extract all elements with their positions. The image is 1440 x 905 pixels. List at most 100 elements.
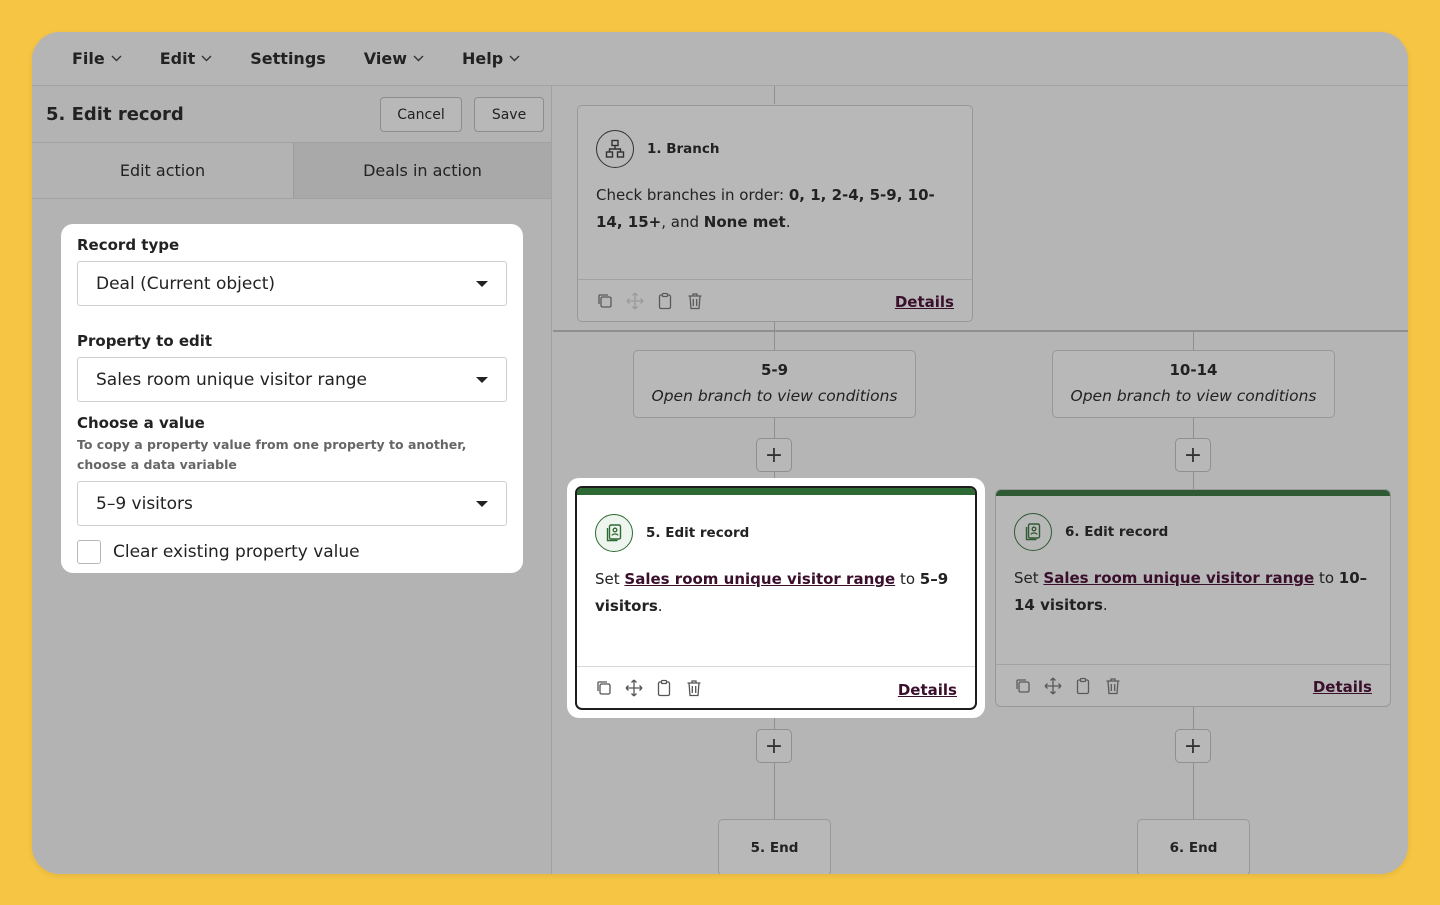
edit-panel: 5. Edit record Cancel Save Edit action D… bbox=[32, 86, 552, 874]
node-status-bar bbox=[996, 490, 1390, 496]
menu-help[interactable]: Help bbox=[462, 49, 520, 68]
edit-record-node-6[interactable]: 6. Edit record Set Sales room unique vis… bbox=[995, 489, 1391, 707]
menu-settings-label: Settings bbox=[250, 49, 326, 68]
menu-view-label: View bbox=[363, 49, 408, 68]
caret-down-icon bbox=[476, 376, 488, 383]
clipboard-icon[interactable] bbox=[656, 292, 674, 310]
clear-value-checkbox[interactable] bbox=[77, 540, 101, 564]
clipboard-icon[interactable] bbox=[655, 679, 673, 697]
edit-node-description: Set Sales room unique visitor range to 1… bbox=[1014, 565, 1376, 619]
edit-node-header: 6. Edit record bbox=[1014, 513, 1168, 551]
app-window: File Edit Settings View Help 5. Edit rec… bbox=[32, 32, 1408, 874]
add-action-button[interactable]: + bbox=[1175, 729, 1211, 763]
period-text: . bbox=[657, 597, 663, 615]
chevron-down-icon bbox=[509, 55, 520, 62]
menu-help-label: Help bbox=[462, 49, 504, 68]
branch-node-description: Check branches in order: 0, 1, 2-4, 5-9,… bbox=[596, 182, 956, 236]
tab-deals-in-action[interactable]: Deals in action bbox=[293, 143, 551, 198]
branch-label-name: 10-14 bbox=[1169, 361, 1218, 379]
record-type-select[interactable]: Deal (Current object) bbox=[77, 261, 507, 306]
record-icon bbox=[1014, 513, 1052, 551]
set-text: Set bbox=[1014, 569, 1044, 587]
menu-file[interactable]: File bbox=[72, 49, 122, 68]
menu-file-label: File bbox=[72, 49, 105, 68]
caret-down-icon bbox=[476, 280, 488, 287]
branch-text-suffix: . bbox=[785, 213, 791, 231]
copy-icon[interactable] bbox=[595, 679, 613, 697]
tab-edit-action[interactable]: Edit action bbox=[32, 143, 293, 198]
copy-icon[interactable] bbox=[596, 292, 614, 310]
set-text: Set bbox=[595, 570, 625, 588]
edit-node-details-link[interactable]: Details bbox=[1313, 678, 1372, 696]
panel-header: 5. Edit record Cancel Save bbox=[32, 86, 551, 143]
branch-details-link[interactable]: Details bbox=[895, 293, 954, 311]
add-action-button[interactable]: + bbox=[756, 729, 792, 763]
edit-node-title: 5. Edit record bbox=[646, 525, 750, 541]
connector-line bbox=[1193, 706, 1194, 730]
branch-divider-line bbox=[553, 330, 1408, 332]
menu-view[interactable]: View bbox=[364, 49, 424, 68]
menu-edit-label: Edit bbox=[159, 49, 196, 68]
to-text: to bbox=[895, 570, 920, 588]
period-text: . bbox=[1102, 596, 1108, 614]
branch-node-header: 1. Branch bbox=[596, 130, 720, 168]
branch-label-5-9[interactable]: 5-9 Open branch to view conditions bbox=[633, 350, 916, 418]
menu-settings[interactable]: Settings bbox=[250, 49, 326, 68]
property-link[interactable]: Sales room unique visitor range bbox=[624, 570, 895, 588]
record-icon bbox=[595, 514, 633, 552]
add-action-button[interactable]: + bbox=[1175, 438, 1211, 472]
move-icon bbox=[626, 292, 644, 310]
end-node-5[interactable]: 5. End bbox=[718, 819, 831, 874]
move-icon[interactable] bbox=[625, 679, 643, 697]
caret-down-icon bbox=[476, 500, 488, 507]
add-action-button[interactable]: + bbox=[756, 438, 792, 472]
branch-none-met: None met bbox=[703, 213, 786, 231]
clear-value-label: Clear existing property value bbox=[113, 542, 360, 562]
branch-text-mid: , and bbox=[661, 213, 704, 231]
record-type-label: Record type bbox=[77, 236, 180, 254]
save-button[interactable]: Save bbox=[474, 97, 544, 132]
branch-node[interactable]: 1. Branch Check branches in order: 0, 1,… bbox=[577, 105, 973, 322]
edit-node-title: 6. Edit record bbox=[1065, 524, 1169, 540]
trash-icon[interactable] bbox=[1104, 677, 1122, 695]
branch-label-subtitle: Open branch to view conditions bbox=[1070, 387, 1317, 405]
edit-node-header: 5. Edit record bbox=[595, 514, 749, 552]
clipboard-icon[interactable] bbox=[1074, 677, 1092, 695]
chevron-down-icon bbox=[201, 55, 212, 62]
record-type-value: Deal (Current object) bbox=[96, 273, 275, 294]
value-label: Choose a value bbox=[77, 414, 205, 432]
to-text: to bbox=[1314, 569, 1339, 587]
branch-label-subtitle: Open branch to view conditions bbox=[651, 387, 898, 405]
edit-record-node-5[interactable]: 5. Edit record Set Sales room unique vis… bbox=[575, 486, 977, 710]
end-node-6[interactable]: 6. End bbox=[1137, 819, 1250, 874]
move-icon[interactable] bbox=[1044, 677, 1062, 695]
value-select[interactable]: 5–9 visitors bbox=[77, 481, 507, 526]
cancel-button[interactable]: Cancel bbox=[380, 97, 462, 132]
branch-label-name: 5-9 bbox=[760, 361, 789, 379]
connector-line bbox=[1193, 762, 1194, 820]
connector-line bbox=[774, 416, 775, 438]
chevron-down-icon bbox=[413, 55, 424, 62]
menu-edit[interactable]: Edit bbox=[160, 49, 213, 68]
trash-icon[interactable] bbox=[685, 679, 703, 697]
property-value: Sales room unique visitor range bbox=[96, 369, 367, 390]
branch-node-title: 1. Branch bbox=[647, 141, 720, 157]
workflow-canvas[interactable]: 1. Branch Check branches in order: 0, 1,… bbox=[553, 86, 1408, 874]
panel-tabs: Edit action Deals in action bbox=[32, 143, 551, 199]
value-help-text: To copy a property value from one proper… bbox=[77, 437, 467, 472]
edit-node-details-link[interactable]: Details bbox=[898, 681, 957, 699]
property-select[interactable]: Sales room unique visitor range bbox=[77, 357, 507, 402]
panel-title: 5. Edit record bbox=[46, 103, 184, 125]
property-link[interactable]: Sales room unique visitor range bbox=[1043, 569, 1314, 587]
trash-icon[interactable] bbox=[686, 292, 704, 310]
connector-line bbox=[1193, 416, 1194, 438]
branch-label-10-14[interactable]: 10-14 Open branch to view conditions bbox=[1052, 350, 1335, 418]
node-status-bar bbox=[577, 488, 975, 495]
edit-form-card: Record type Deal (Current object) Proper… bbox=[61, 224, 523, 573]
branch-icon bbox=[596, 130, 634, 168]
edit-node-description: Set Sales room unique visitor range to 5… bbox=[595, 566, 955, 620]
chevron-down-icon bbox=[111, 55, 122, 62]
value-select-value: 5–9 visitors bbox=[96, 493, 193, 514]
menu-bar: File Edit Settings View Help bbox=[32, 32, 1408, 86]
copy-icon[interactable] bbox=[1014, 677, 1032, 695]
